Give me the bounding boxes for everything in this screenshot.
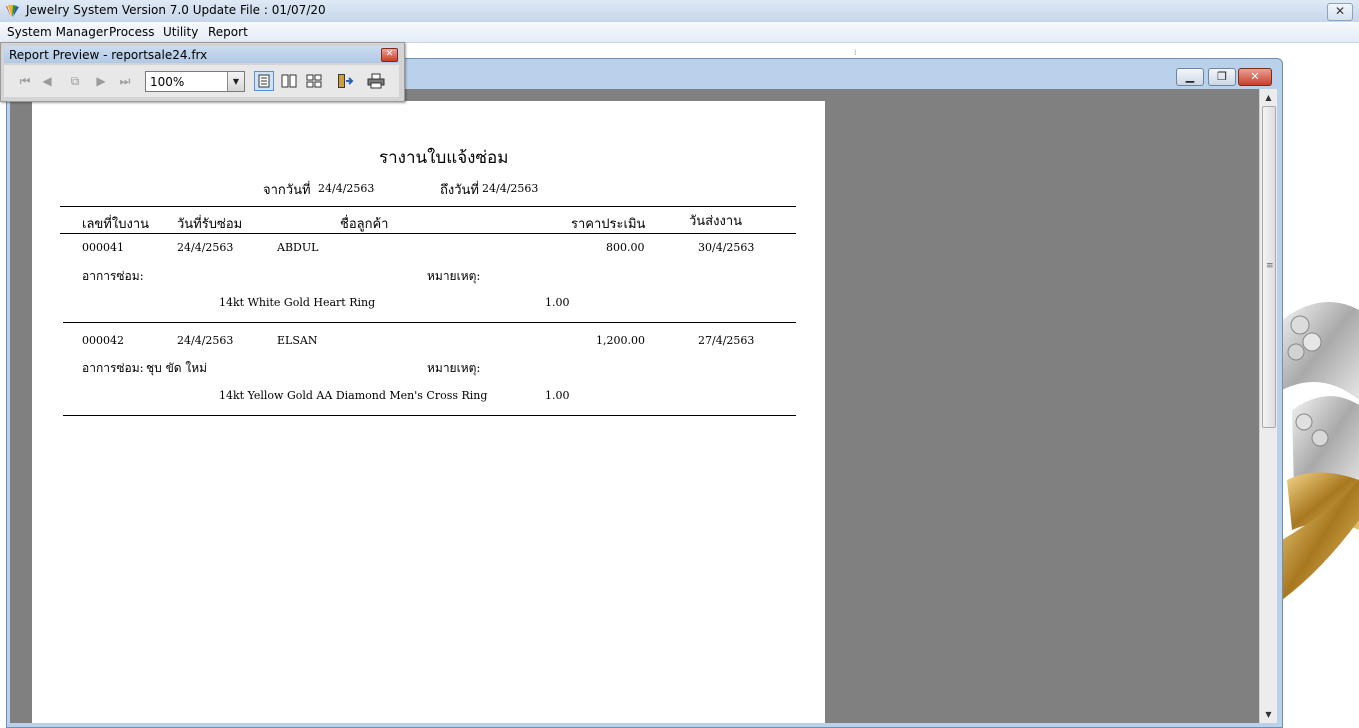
minimize-button[interactable]: ▁ (1176, 68, 1204, 86)
record-separator (63, 322, 796, 323)
zoom-select[interactable]: 100% ▼ (145, 71, 245, 92)
close-icon: ✕ (1334, 4, 1346, 18)
report-title: รางานใบแจ้งซ่อม (379, 148, 509, 168)
menu-process[interactable]: Process (109, 25, 155, 39)
symptom-label: อาการซ่อม: (82, 269, 144, 283)
jewelry-background-image (1282, 302, 1359, 600)
window-close-button[interactable]: ✕ (1238, 68, 1272, 86)
arrow-up-icon: ▲ (1265, 93, 1272, 102)
from-date-label: จากวันที่ (263, 183, 311, 198)
menu-system-manager[interactable]: System Manager (7, 25, 108, 39)
toolbar-buttons: ⏮ ◀ ⧉ ▶ ⏭ 100% ▼ (4, 65, 399, 97)
from-date-value: 24/4/2563 (318, 182, 375, 195)
scroll-down-button[interactable]: ▼ (1260, 706, 1277, 723)
arrow-down-icon: ▼ (1265, 710, 1272, 719)
goto-page-icon[interactable]: ⧉ (66, 72, 84, 90)
job-no: 000041 (82, 241, 124, 254)
report-page: รางานใบแจ้งซ่อม จากวันที่ 24/4/2563 ถึงว… (32, 101, 825, 723)
header-top-rule (60, 206, 796, 207)
item-qty: 1.00 (545, 389, 570, 402)
receive-date: 24/4/2563 (177, 241, 234, 254)
item-description: 14kt Yellow Gold AA Diamond Men's Cross … (219, 389, 488, 402)
close-icon: ✕ (1250, 70, 1260, 83)
four-pages-icon[interactable] (305, 72, 323, 90)
estimate-price: 1,200.00 (596, 334, 645, 347)
menu-report[interactable]: Report (208, 25, 248, 39)
toolbar-title-bar: Report Preview - reportsale24.frx ✕ (4, 46, 399, 63)
one-page-icon[interactable] (254, 71, 274, 91)
menu-bar: System Manager Process Utility Report (0, 22, 1359, 43)
delivery-date: 30/4/2563 (698, 241, 755, 254)
report-preview-toolbar: Report Preview - reportsale24.frx ✕ ⏮ ◀ … (0, 42, 405, 102)
item-description: 14kt White Gold Heart Ring (219, 296, 376, 309)
customer-name: ELSAN (277, 334, 318, 347)
last-page-icon[interactable]: ⏭ (116, 72, 134, 90)
grip-icon: ≡ (1266, 261, 1274, 271)
remark-label: หมายเหตุ: (427, 361, 481, 375)
customer-name: ABDUL (277, 241, 319, 254)
estimate-price: 800.00 (606, 241, 645, 254)
first-page-icon[interactable]: ⏮ (16, 72, 34, 90)
report-preview-window: ▁ ❐ ✕ รางานใบแจ้งซ่อม จากวันที่ 24/4/256… (6, 58, 1283, 728)
app-logo-icon (6, 5, 19, 17)
col-delivery-date: วันส่งงาน (689, 214, 743, 229)
col-job-no: เลขที่ใบงาน (82, 217, 149, 232)
app-title-bar: Jewelry System Version 7.0 Update File :… (0, 0, 1359, 23)
col-customer: ชื่อลูกค้า (340, 217, 389, 232)
app-title: Jewelry System Version 7.0 Update File :… (26, 3, 326, 17)
receive-date: 24/4/2563 (177, 334, 234, 347)
close-preview-icon[interactable] (336, 72, 354, 90)
toolbar-title: Report Preview - reportsale24.frx (9, 48, 208, 62)
item-qty: 1.00 (545, 296, 570, 309)
col-estimate: ราคาประเมิน (571, 217, 646, 232)
two-pages-icon[interactable] (280, 72, 298, 90)
print-icon[interactable] (367, 72, 385, 90)
minimize-icon: ▁ (1185, 70, 1195, 83)
toolbar-close-button[interactable]: ✕ (381, 48, 398, 62)
preview-area: รางานใบแจ้งซ่อม จากวันที่ 24/4/2563 ถึงว… (10, 89, 1277, 723)
zoom-value: 100% (150, 75, 185, 89)
chevron-down-icon[interactable]: ▼ (227, 72, 244, 91)
close-icon: ✕ (385, 49, 394, 59)
scroll-thumb[interactable]: ≡ (1262, 106, 1276, 428)
symptom-value: ชุบ ขัด ใหม่ (146, 361, 208, 375)
report-bottom-rule (63, 415, 796, 416)
prev-page-icon[interactable]: ◀ (38, 72, 56, 90)
restore-icon: ❐ (1217, 70, 1227, 83)
next-page-icon[interactable]: ▶ (92, 72, 110, 90)
col-receive-date: วันที่รับซ่อม (177, 217, 243, 232)
to-date-label: ถึงวันที่ (440, 183, 479, 198)
resize-grip-icon: ⁞ (854, 48, 857, 57)
menu-utility[interactable]: Utility (163, 25, 198, 39)
scroll-up-button[interactable]: ▲ (1260, 89, 1277, 106)
delivery-date: 27/4/2563 (698, 334, 755, 347)
symptom-label: อาการซ่อม: (82, 361, 144, 375)
to-date-value: 24/4/2563 (482, 182, 539, 195)
restore-button[interactable]: ❐ (1208, 68, 1236, 86)
remark-label: หมายเหตุ: (427, 269, 481, 283)
job-no: 000042 (82, 334, 124, 347)
vertical-scrollbar[interactable]: ▲ ≡ ▼ (1259, 89, 1277, 723)
header-bottom-rule (60, 233, 796, 234)
app-close-button[interactable]: ✕ (1327, 3, 1353, 21)
